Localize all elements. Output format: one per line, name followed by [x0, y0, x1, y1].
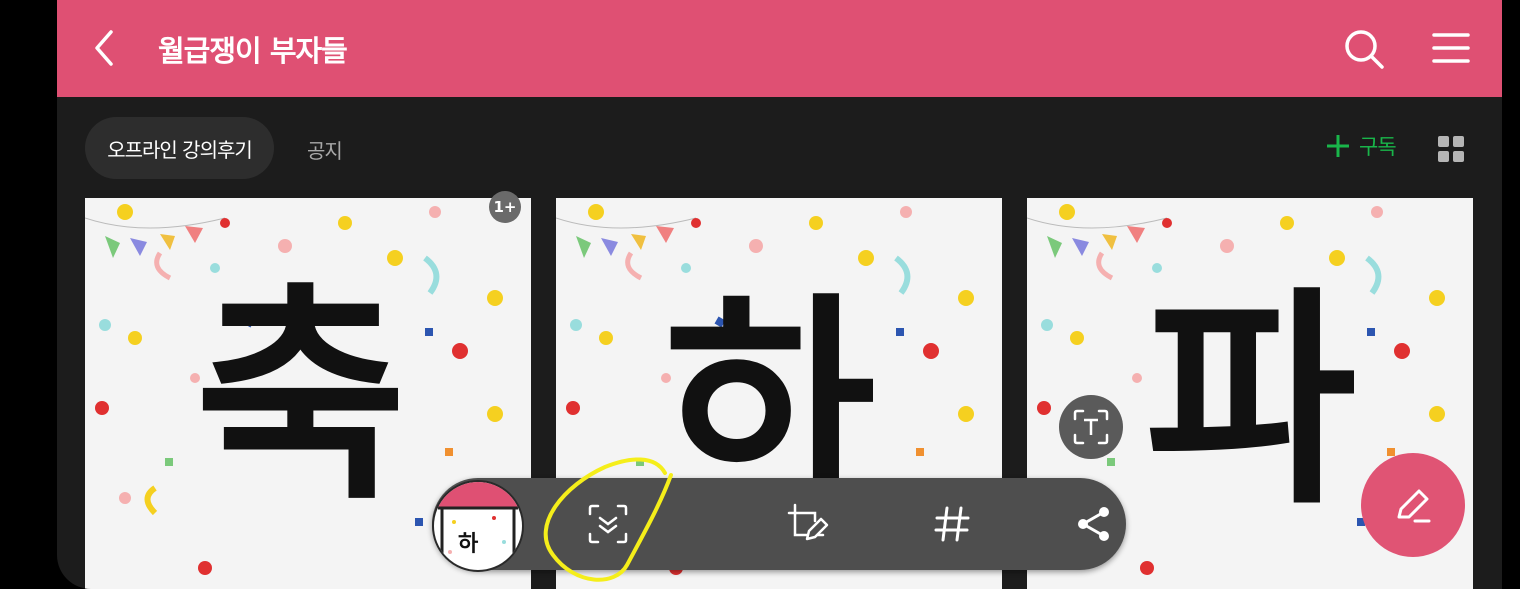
hashtag-icon — [934, 506, 970, 542]
grid-icon — [1438, 136, 1464, 162]
pencil-icon — [1397, 489, 1431, 523]
smart-select-icon — [588, 504, 628, 544]
card-character: 축 — [195, 265, 407, 532]
subscribe-button[interactable]: 구독 — [1325, 131, 1397, 161]
page-title: 월급쟁이 부자들 — [158, 34, 348, 68]
thumbnail-character: 하 — [458, 532, 479, 557]
plus-icon — [1327, 135, 1349, 157]
search-button[interactable] — [1342, 27, 1386, 71]
tab-offline-review[interactable]: 오프라인 강의후기 — [85, 117, 274, 179]
write-post-button[interactable] — [1361, 453, 1465, 557]
top-app-bar: 월급쟁이 부자들 — [57, 0, 1502, 97]
chevron-left-icon — [95, 30, 113, 66]
crop-edit-icon — [787, 503, 829, 541]
capture-thumbnail[interactable]: 하 — [432, 480, 524, 572]
subscribe-label: 구독 — [1359, 135, 1397, 159]
card-character: 파 — [1145, 269, 1357, 536]
app-screen: 월급쟁이 부자들 오프라인 강의후기 공지 구독 축 1+ 하 파 하 — [57, 0, 1502, 589]
tab-notice[interactable]: 공지 — [307, 135, 343, 164]
hamburger-icon — [1432, 33, 1470, 63]
menu-button[interactable] — [1430, 29, 1472, 67]
share-button[interactable] — [1068, 498, 1120, 550]
hashtag-button[interactable] — [926, 498, 978, 550]
grid-view-button[interactable] — [1437, 135, 1465, 163]
multi-image-badge: 1+ — [489, 191, 521, 223]
back-button[interactable] — [87, 26, 127, 70]
crop-edit-button[interactable] — [782, 498, 834, 550]
extract-text-button[interactable] — [1059, 395, 1123, 459]
capture-toolbar: 하 — [432, 478, 1126, 572]
text-scan-icon — [1073, 409, 1109, 445]
search-icon — [1345, 30, 1384, 69]
smart-select-button[interactable] — [582, 498, 634, 550]
share-icon — [1078, 507, 1109, 541]
category-tabs: 오프라인 강의후기 공지 구독 — [57, 97, 1502, 197]
